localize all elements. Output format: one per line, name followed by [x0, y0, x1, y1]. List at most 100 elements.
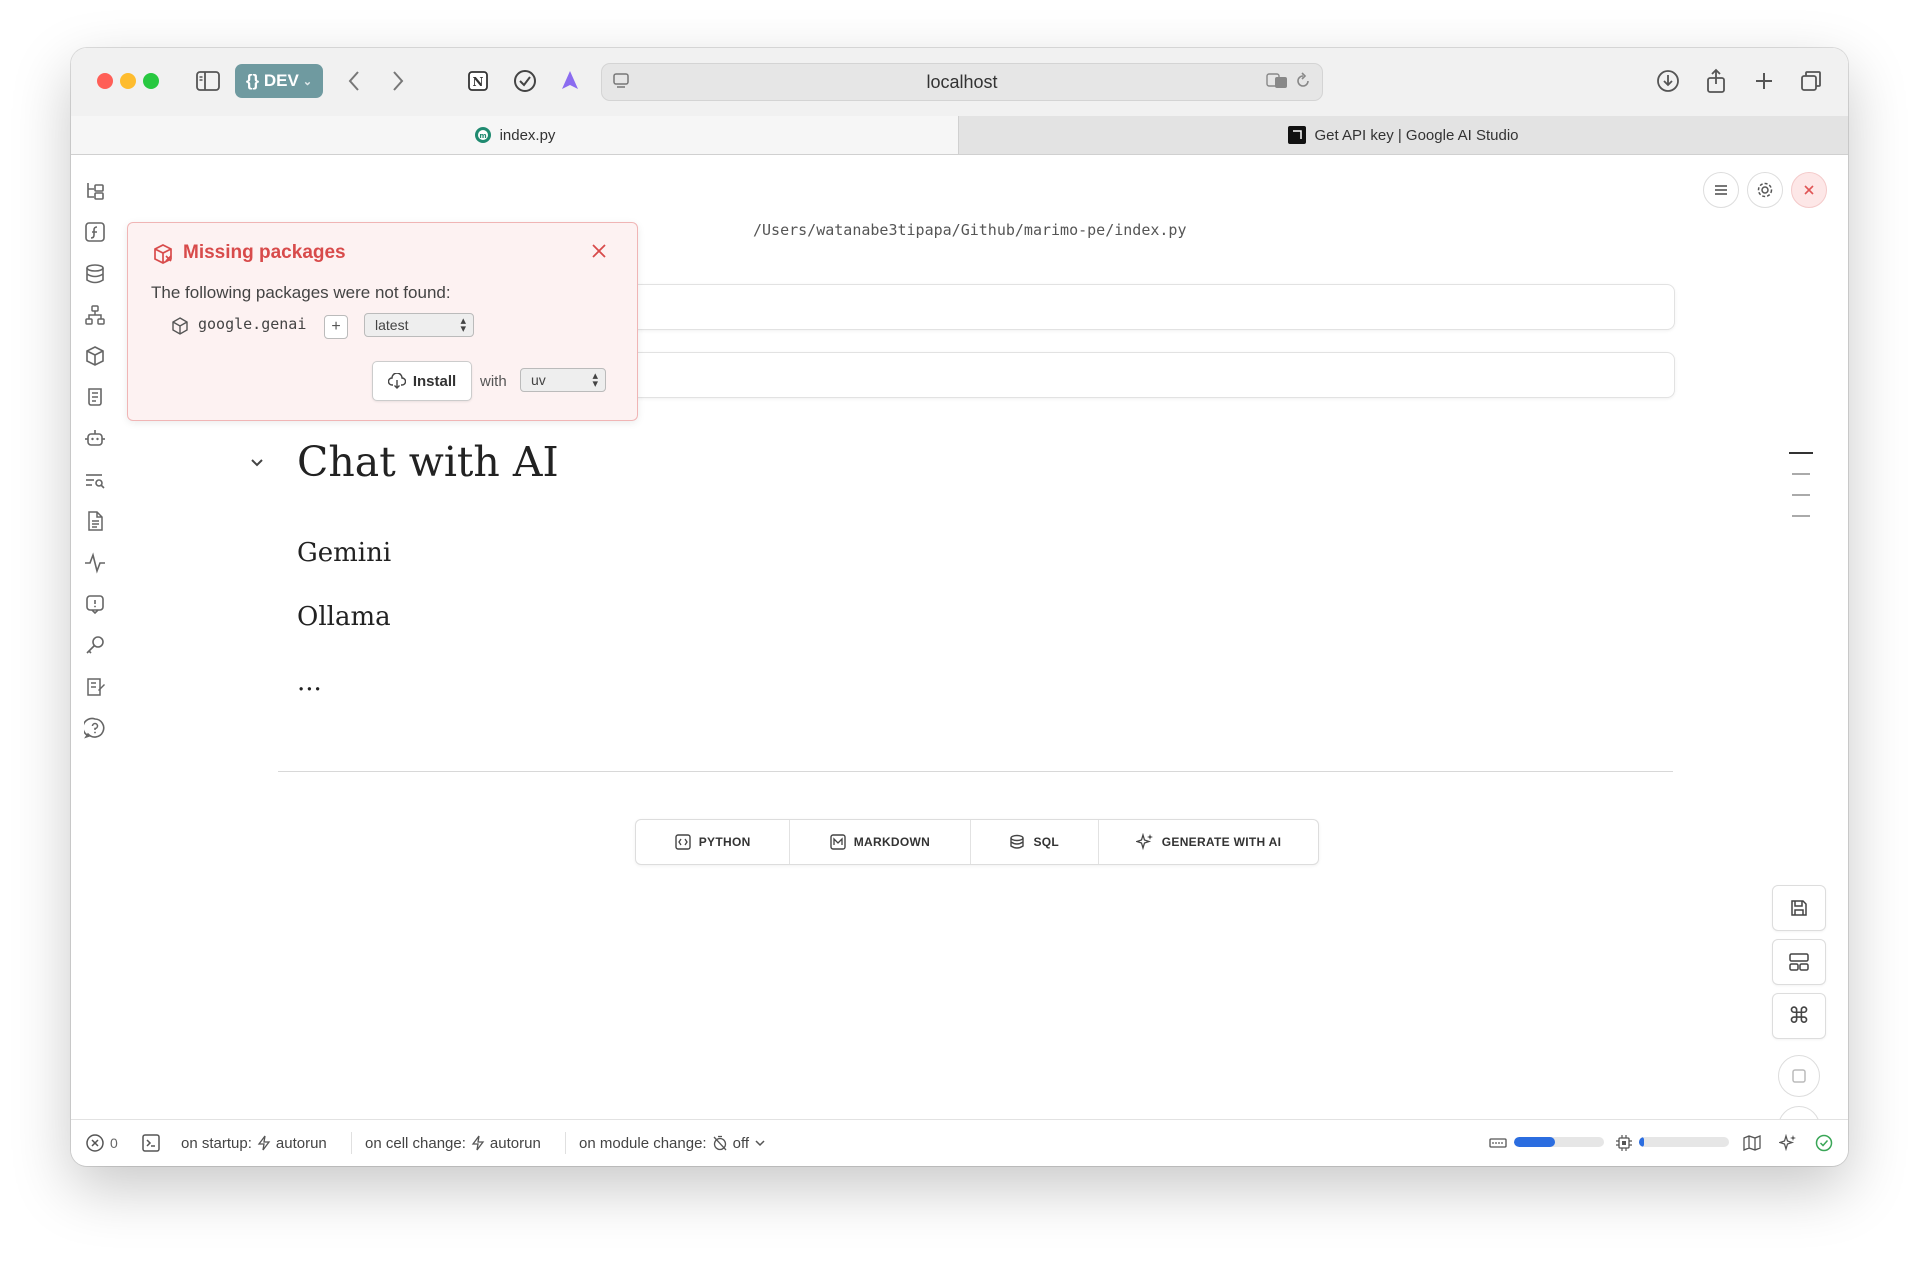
activity-icon[interactable] [83, 551, 107, 575]
tab-index-py[interactable]: m index.py [71, 116, 959, 154]
notebook-menu-button[interactable] [1703, 172, 1739, 208]
markdown-paragraph-gemini: Gemini [297, 538, 392, 568]
notebook-file-path[interactable]: /Users/watanabe3tipapa/Github/marimo-pe/… [753, 221, 1186, 239]
translate-icon[interactable] [1266, 73, 1288, 89]
shutdown-button[interactable] [1791, 172, 1827, 208]
url-bar[interactable]: localhost [601, 63, 1323, 101]
outline-line[interactable] [1792, 515, 1810, 517]
button-label: MARKDOWN [853, 835, 931, 849]
dev-profile-button[interactable]: {} DEV ⌄ [235, 64, 323, 98]
back-arrow-icon[interactable] [341, 68, 367, 94]
cpu-usage-meter [1639, 1137, 1729, 1147]
ai-chat-bot-icon[interactable] [83, 426, 107, 450]
on-module-change-value: off [732, 1134, 750, 1152]
marimo-logo-icon: m [474, 126, 492, 144]
documentation-icon[interactable] [83, 509, 107, 533]
collapse-chevron-icon[interactable] [247, 453, 267, 473]
minimize-window-button[interactable] [120, 73, 136, 89]
browser-window: {} DEV ⌄ N localhost m index.py Get API … [71, 48, 1848, 1166]
installer-value: uv [531, 372, 546, 388]
installer-select[interactable]: uv ▴ ▾ [520, 368, 606, 392]
errors-indicator[interactable]: 0 [85, 1120, 118, 1166]
tab-google-ai-studio[interactable]: Get API key | Google AI Studio [959, 116, 1848, 154]
close-icon[interactable] [590, 242, 608, 260]
command-palette-button[interactable]: ⌘ [1772, 993, 1826, 1039]
install-label: Install [412, 372, 457, 390]
chevron-down-icon [754, 1137, 766, 1149]
package-x-icon [152, 243, 174, 265]
cpu-icon [1615, 1120, 1633, 1166]
memory-icon [1489, 1120, 1507, 1166]
version-select[interactable]: latest ▴ ▾ [364, 313, 474, 337]
chevron-down-icon: ⌄ [302, 75, 313, 88]
package-box-icon [171, 317, 189, 335]
button-label: SQL [1033, 835, 1060, 849]
packages-icon[interactable] [83, 344, 107, 368]
reload-icon[interactable] [1294, 72, 1312, 90]
updown-icon: ▴ ▾ [460, 315, 466, 335]
interrupt-stop-button[interactable] [1778, 1055, 1820, 1097]
markdown-paragraph-ellipsis: ... [297, 667, 322, 697]
download-icon[interactable] [1655, 68, 1681, 94]
ai-sparkles-icon[interactable] [1779, 1120, 1797, 1166]
markdown-paragraph-ollama: Ollama [297, 602, 391, 632]
cpu-usage-fill [1639, 1137, 1644, 1147]
on-cell-change-value: autorun [489, 1134, 541, 1152]
save-button[interactable] [1772, 885, 1826, 931]
add-sql-cell-button[interactable]: SQL [971, 820, 1099, 864]
file-tree-icon[interactable] [83, 179, 107, 203]
help-icon[interactable] [83, 716, 107, 740]
map-icon[interactable] [1743, 1120, 1761, 1166]
add-markdown-cell-button[interactable]: MARKDOWN [790, 820, 971, 864]
search-text-icon[interactable] [83, 468, 107, 492]
dependency-graph-icon[interactable] [83, 303, 107, 327]
forward-arrow-icon[interactable] [385, 68, 411, 94]
on-module-change-label: on module change: [579, 1134, 707, 1152]
alert-title: Missing packages [183, 242, 346, 263]
new-tab-icon[interactable] [1751, 68, 1777, 94]
button-label: PYTHON [698, 835, 751, 849]
database-icon[interactable] [83, 262, 107, 286]
connection-status-icon[interactable] [1815, 1120, 1833, 1166]
on-cell-change-label: on cell change: [365, 1134, 466, 1152]
tab-label: index.py [499, 126, 556, 144]
errors-icon[interactable] [83, 592, 107, 616]
add-python-cell-button[interactable]: PYTHON [636, 820, 791, 864]
snippets-icon[interactable] [83, 675, 107, 699]
on-startup-value: autorun [275, 1134, 327, 1152]
settings-gear-button[interactable] [1747, 172, 1783, 208]
command-key-icon: ⌘ [1788, 1003, 1810, 1028]
checkmark-extension-icon[interactable] [512, 68, 538, 94]
variables-icon[interactable] [83, 220, 107, 244]
alert-description: The following packages were not found: [151, 283, 451, 302]
database-icon [1009, 834, 1025, 850]
outline-scroll-icon[interactable] [83, 385, 107, 409]
outline-line[interactable] [1789, 452, 1813, 454]
markdown-icon [830, 834, 846, 850]
sidebar-toggle-icon[interactable] [195, 68, 221, 94]
outline-line[interactable] [1792, 473, 1810, 475]
layout-toggle-button[interactable] [1772, 939, 1826, 985]
install-button[interactable]: Install [372, 361, 472, 401]
generate-with-ai-button[interactable]: GENERATE WITH AI [1099, 820, 1318, 864]
share-icon[interactable] [1703, 68, 1729, 94]
add-package-button[interactable]: + [324, 315, 348, 339]
zoom-window-button[interactable] [143, 73, 159, 89]
close-window-button[interactable] [97, 73, 113, 89]
cell-divider [278, 771, 1673, 772]
on-module-change-setting[interactable]: on module change: off [579, 1120, 766, 1166]
terminal-icon[interactable] [141, 1120, 161, 1166]
timer-off-icon [712, 1135, 728, 1151]
outline-line[interactable] [1792, 494, 1810, 496]
on-cell-change-setting[interactable]: on cell change: autorun [365, 1120, 541, 1166]
notion-extension-icon[interactable]: N [465, 68, 491, 94]
svg-text:m: m [479, 132, 486, 140]
tab-overview-icon[interactable] [1798, 68, 1824, 94]
svg-text:N: N [473, 75, 484, 89]
purple-extension-icon[interactable] [557, 68, 583, 94]
footer-separator [565, 1132, 566, 1154]
page-settings-icon[interactable] [612, 72, 630, 90]
secrets-key-icon[interactable] [83, 633, 107, 657]
python-code-icon [675, 834, 691, 850]
on-startup-setting[interactable]: on startup: autorun [181, 1120, 327, 1166]
